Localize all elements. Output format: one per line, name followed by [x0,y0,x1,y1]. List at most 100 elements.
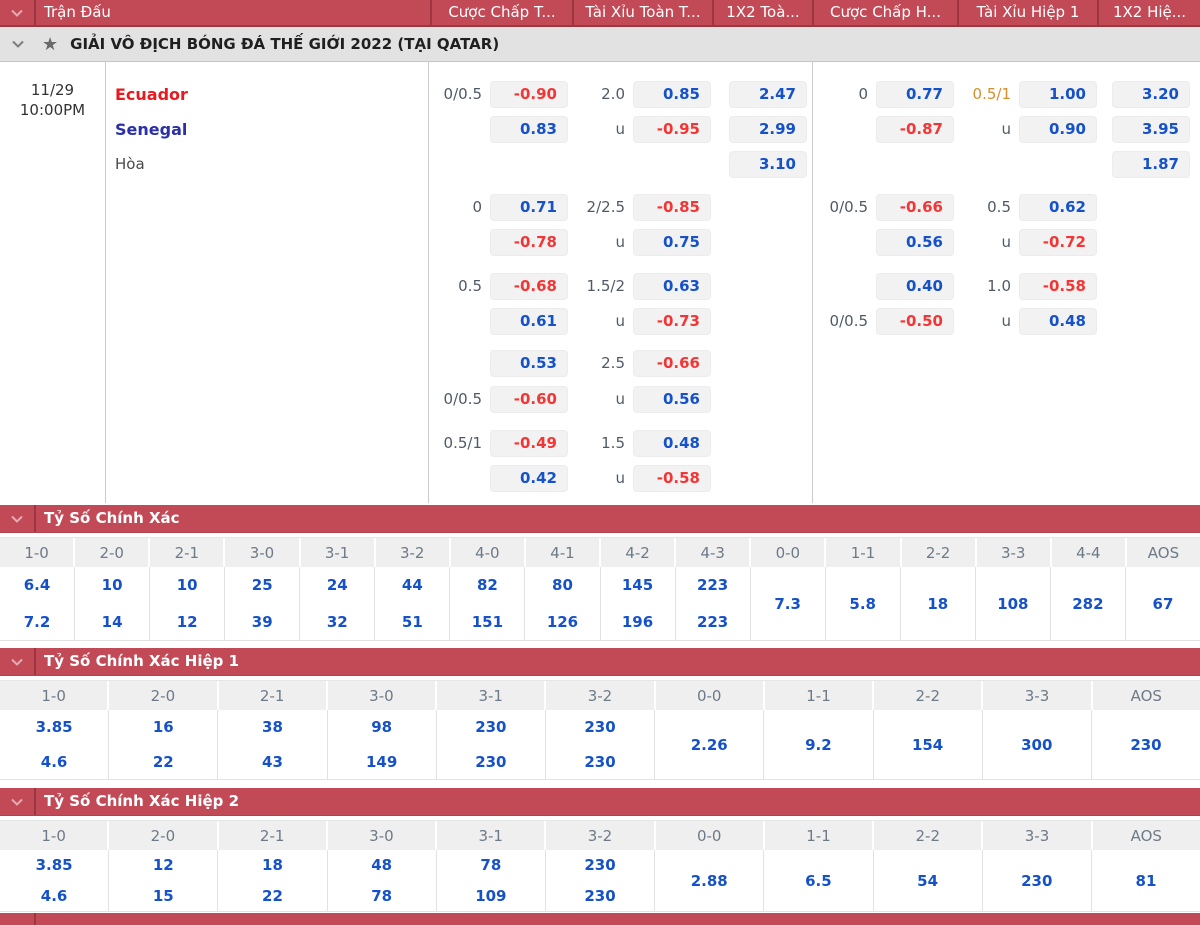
score-odds[interactable]: 14 [75,604,149,641]
ft-over-under-odds[interactable]: -0.66 [633,350,711,377]
h1-handicap-odds[interactable]: 0.77 [876,81,954,108]
score-odds[interactable]: 109 [437,881,545,912]
score-odds[interactable]: 230 [1092,710,1200,780]
score-odds[interactable]: 149 [328,745,436,780]
ft-over-under-odds[interactable]: 0.63 [633,273,711,300]
section-collapse-toggle[interactable] [0,913,36,925]
score-odds[interactable]: 10 [150,567,224,604]
ft-handicap-odds[interactable]: -0.60 [490,386,568,413]
score-odds[interactable]: 32 [300,604,374,641]
league-collapse-toggle[interactable] [0,40,36,48]
ft-over-under-odds[interactable]: 0.85 [633,81,711,108]
score-odds[interactable]: 230 [437,745,545,780]
score-odds[interactable]: 2.88 [655,850,763,912]
ft-handicap-odds[interactable]: 0.71 [490,194,568,221]
score-odds[interactable]: 230 [546,850,654,881]
score-odds[interactable]: 24 [300,567,374,604]
score-odds[interactable]: 9.2 [764,710,872,780]
ft-handicap-odds[interactable]: -0.68 [490,273,568,300]
score-odds[interactable]: 38 [218,710,326,745]
h1-handicap-odds[interactable]: -0.50 [876,308,954,335]
score-odds[interactable]: 7.3 [751,567,825,641]
score-odds[interactable]: 2.26 [655,710,763,780]
score-odds[interactable]: 10 [75,567,149,604]
h1-over-under-odds[interactable]: 1.00 [1019,81,1097,108]
ft-1x2-odds[interactable]: 3.10 [729,151,807,178]
ft-over-under-odds[interactable]: 0.48 [633,430,711,457]
ft-handicap-odds[interactable]: 0.53 [490,350,568,377]
h1-handicap-odds[interactable]: -0.87 [876,116,954,143]
score-odds[interactable]: 154 [874,710,982,780]
ft-1x2-odds[interactable]: 2.47 [729,81,807,108]
score-odds[interactable]: 98 [328,710,436,745]
score-odds[interactable]: 108 [976,567,1050,641]
ft-handicap-odds[interactable]: 0.61 [490,308,568,335]
ft-handicap-odds[interactable]: -0.78 [490,229,568,256]
score-odds[interactable]: 223 [676,567,750,604]
score-odds[interactable]: 22 [218,881,326,912]
score-odds[interactable]: 48 [328,850,436,881]
ft-over-under-odds[interactable]: 0.75 [633,229,711,256]
score-odds[interactable]: 196 [601,604,675,641]
ft-over-under-odds[interactable]: 0.56 [633,386,711,413]
h1-handicap-odds[interactable]: -0.66 [876,194,954,221]
score-odds[interactable]: 3.85 [0,850,108,881]
score-odds[interactable]: 230 [437,710,545,745]
score-odds[interactable]: 4.6 [0,881,108,912]
score-odds[interactable]: 43 [218,745,326,780]
h1-1x2-odds[interactable]: 3.20 [1112,81,1190,108]
score-odds[interactable]: 44 [375,567,449,604]
h1-over-under-odds[interactable]: 0.48 [1019,308,1097,335]
score-odds[interactable]: 18 [901,567,975,641]
score-odds[interactable]: 3.85 [0,710,108,745]
score-odds[interactable]: 67 [1126,567,1200,641]
ft-over-under-odds[interactable]: -0.58 [633,465,711,492]
section-collapse-toggle[interactable] [0,505,36,532]
score-odds[interactable]: 5.8 [826,567,900,641]
score-odds[interactable]: 82 [450,567,524,604]
section-collapse-toggle[interactable] [0,788,36,815]
score-odds[interactable]: 230 [983,850,1091,912]
score-odds[interactable]: 230 [546,710,654,745]
score-odds[interactable]: 126 [525,604,599,641]
score-odds[interactable]: 300 [983,710,1091,780]
score-odds[interactable]: 6.4 [0,567,74,604]
ft-handicap-odds[interactable]: 0.83 [490,116,568,143]
score-odds[interactable]: 78 [328,881,436,912]
score-odds[interactable]: 22 [109,745,217,780]
ft-1x2-odds[interactable]: 2.99 [729,116,807,143]
ft-over-under-odds[interactable]: -0.85 [633,194,711,221]
h1-over-under-odds[interactable]: -0.72 [1019,229,1097,256]
h1-handicap-odds[interactable]: 0.56 [876,229,954,256]
score-odds[interactable]: 54 [874,850,982,912]
section-collapse-toggle[interactable] [0,648,36,675]
ft-handicap-odds[interactable]: -0.49 [490,430,568,457]
score-odds[interactable]: 18 [218,850,326,881]
ft-handicap-odds[interactable]: -0.90 [490,81,568,108]
score-odds[interactable]: 78 [437,850,545,881]
score-odds[interactable]: 7.2 [0,604,74,641]
score-odds[interactable]: 16 [109,710,217,745]
score-odds[interactable]: 230 [546,745,654,780]
score-odds[interactable]: 15 [109,881,217,912]
ft-over-under-odds[interactable]: -0.95 [633,116,711,143]
ft-handicap-odds[interactable]: 0.42 [490,465,568,492]
score-odds[interactable]: 6.5 [764,850,872,912]
h1-over-under-odds[interactable]: 0.90 [1019,116,1097,143]
away-team-name[interactable]: Senegal [115,116,187,143]
score-odds[interactable]: 230 [546,881,654,912]
score-odds[interactable]: 51 [375,604,449,641]
score-odds[interactable]: 81 [1092,850,1200,912]
h1-1x2-odds[interactable]: 1.87 [1112,151,1190,178]
score-odds[interactable]: 25 [225,567,299,604]
h1-handicap-odds[interactable]: 0.40 [876,273,954,300]
score-odds[interactable]: 12 [109,850,217,881]
score-odds[interactable]: 39 [225,604,299,641]
score-odds[interactable]: 223 [676,604,750,641]
favorite-star-icon[interactable]: ★ [42,34,58,55]
score-odds[interactable]: 282 [1051,567,1125,641]
score-odds[interactable]: 80 [525,567,599,604]
h1-over-under-odds[interactable]: 0.62 [1019,194,1097,221]
score-odds[interactable]: 12 [150,604,224,641]
h1-over-under-odds[interactable]: -0.58 [1019,273,1097,300]
